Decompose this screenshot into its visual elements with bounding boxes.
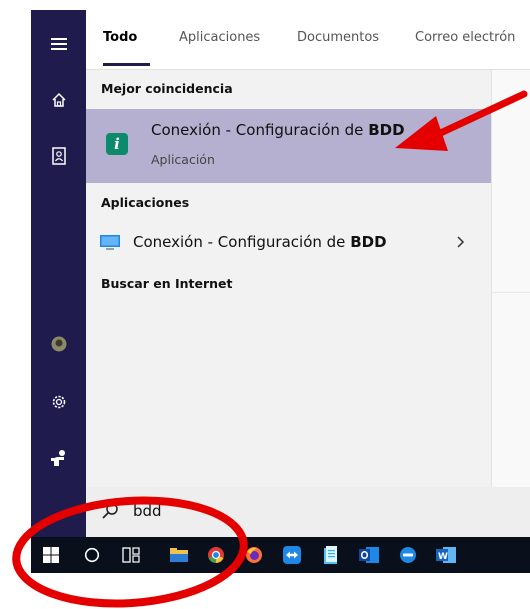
- app-result-label: Conexión - Configuración de BDD: [133, 233, 387, 251]
- preview-pane: [491, 10, 530, 537]
- search-box[interactable]: bdd: [86, 487, 530, 537]
- home-icon[interactable]: [31, 88, 86, 112]
- tab-all[interactable]: Todo: [103, 30, 137, 45]
- app-info-icon: i: [106, 133, 128, 155]
- avatar[interactable]: [31, 332, 86, 356]
- active-tab-indicator: [103, 63, 150, 66]
- best-match-result[interactable]: i Conexión - Configuración de BDD Aplica…: [86, 109, 491, 183]
- hamburger-icon[interactable]: [31, 32, 86, 56]
- tab-documents[interactable]: Documentos: [297, 30, 379, 45]
- best-match-subtitle: Aplicación: [151, 152, 215, 167]
- search-scope-tabs: Todo Aplicaciones Documentos Correo elec…: [86, 10, 530, 70]
- outlook-icon[interactable]: [352, 537, 386, 573]
- tab-apps[interactable]: Aplicaciones: [179, 30, 260, 45]
- search-icon: [101, 502, 119, 524]
- feedback-icon[interactable]: [31, 446, 86, 470]
- windows-start-icon[interactable]: [31, 537, 71, 573]
- section-header-best-match: Mejor coincidencia: [101, 81, 233, 96]
- section-header-web: Buscar en Internet: [101, 276, 233, 291]
- start-menu-rail: [31, 10, 86, 537]
- best-match-title: Conexión - Configuración de BDD: [151, 121, 405, 139]
- firefox-icon[interactable]: [237, 537, 271, 573]
- contact-book-icon[interactable]: [31, 144, 86, 168]
- app-result-item[interactable]: Conexión - Configuración de BDD: [86, 225, 491, 259]
- section-header-apps: Aplicaciones: [101, 195, 190, 210]
- word-icon[interactable]: W: [429, 537, 463, 573]
- monitor-icon: [100, 235, 120, 255]
- app-icon[interactable]: [391, 537, 425, 573]
- divider: [491, 292, 530, 293]
- svg-text:W: W: [438, 552, 448, 562]
- tab-email[interactable]: Correo electrón: [415, 30, 515, 45]
- taskbar: W: [31, 537, 530, 573]
- task-view-icon[interactable]: [114, 537, 148, 573]
- teamviewer-icon[interactable]: [275, 537, 309, 573]
- cortana-icon[interactable]: [75, 537, 109, 573]
- search-input[interactable]: bdd: [133, 502, 162, 520]
- file-explorer-icon[interactable]: [162, 537, 196, 573]
- gear-icon[interactable]: [31, 390, 86, 414]
- chevron-right-icon[interactable]: [456, 234, 466, 253]
- divider: [491, 10, 492, 537]
- chrome-icon[interactable]: [199, 537, 233, 573]
- notepad-icon[interactable]: [314, 537, 348, 573]
